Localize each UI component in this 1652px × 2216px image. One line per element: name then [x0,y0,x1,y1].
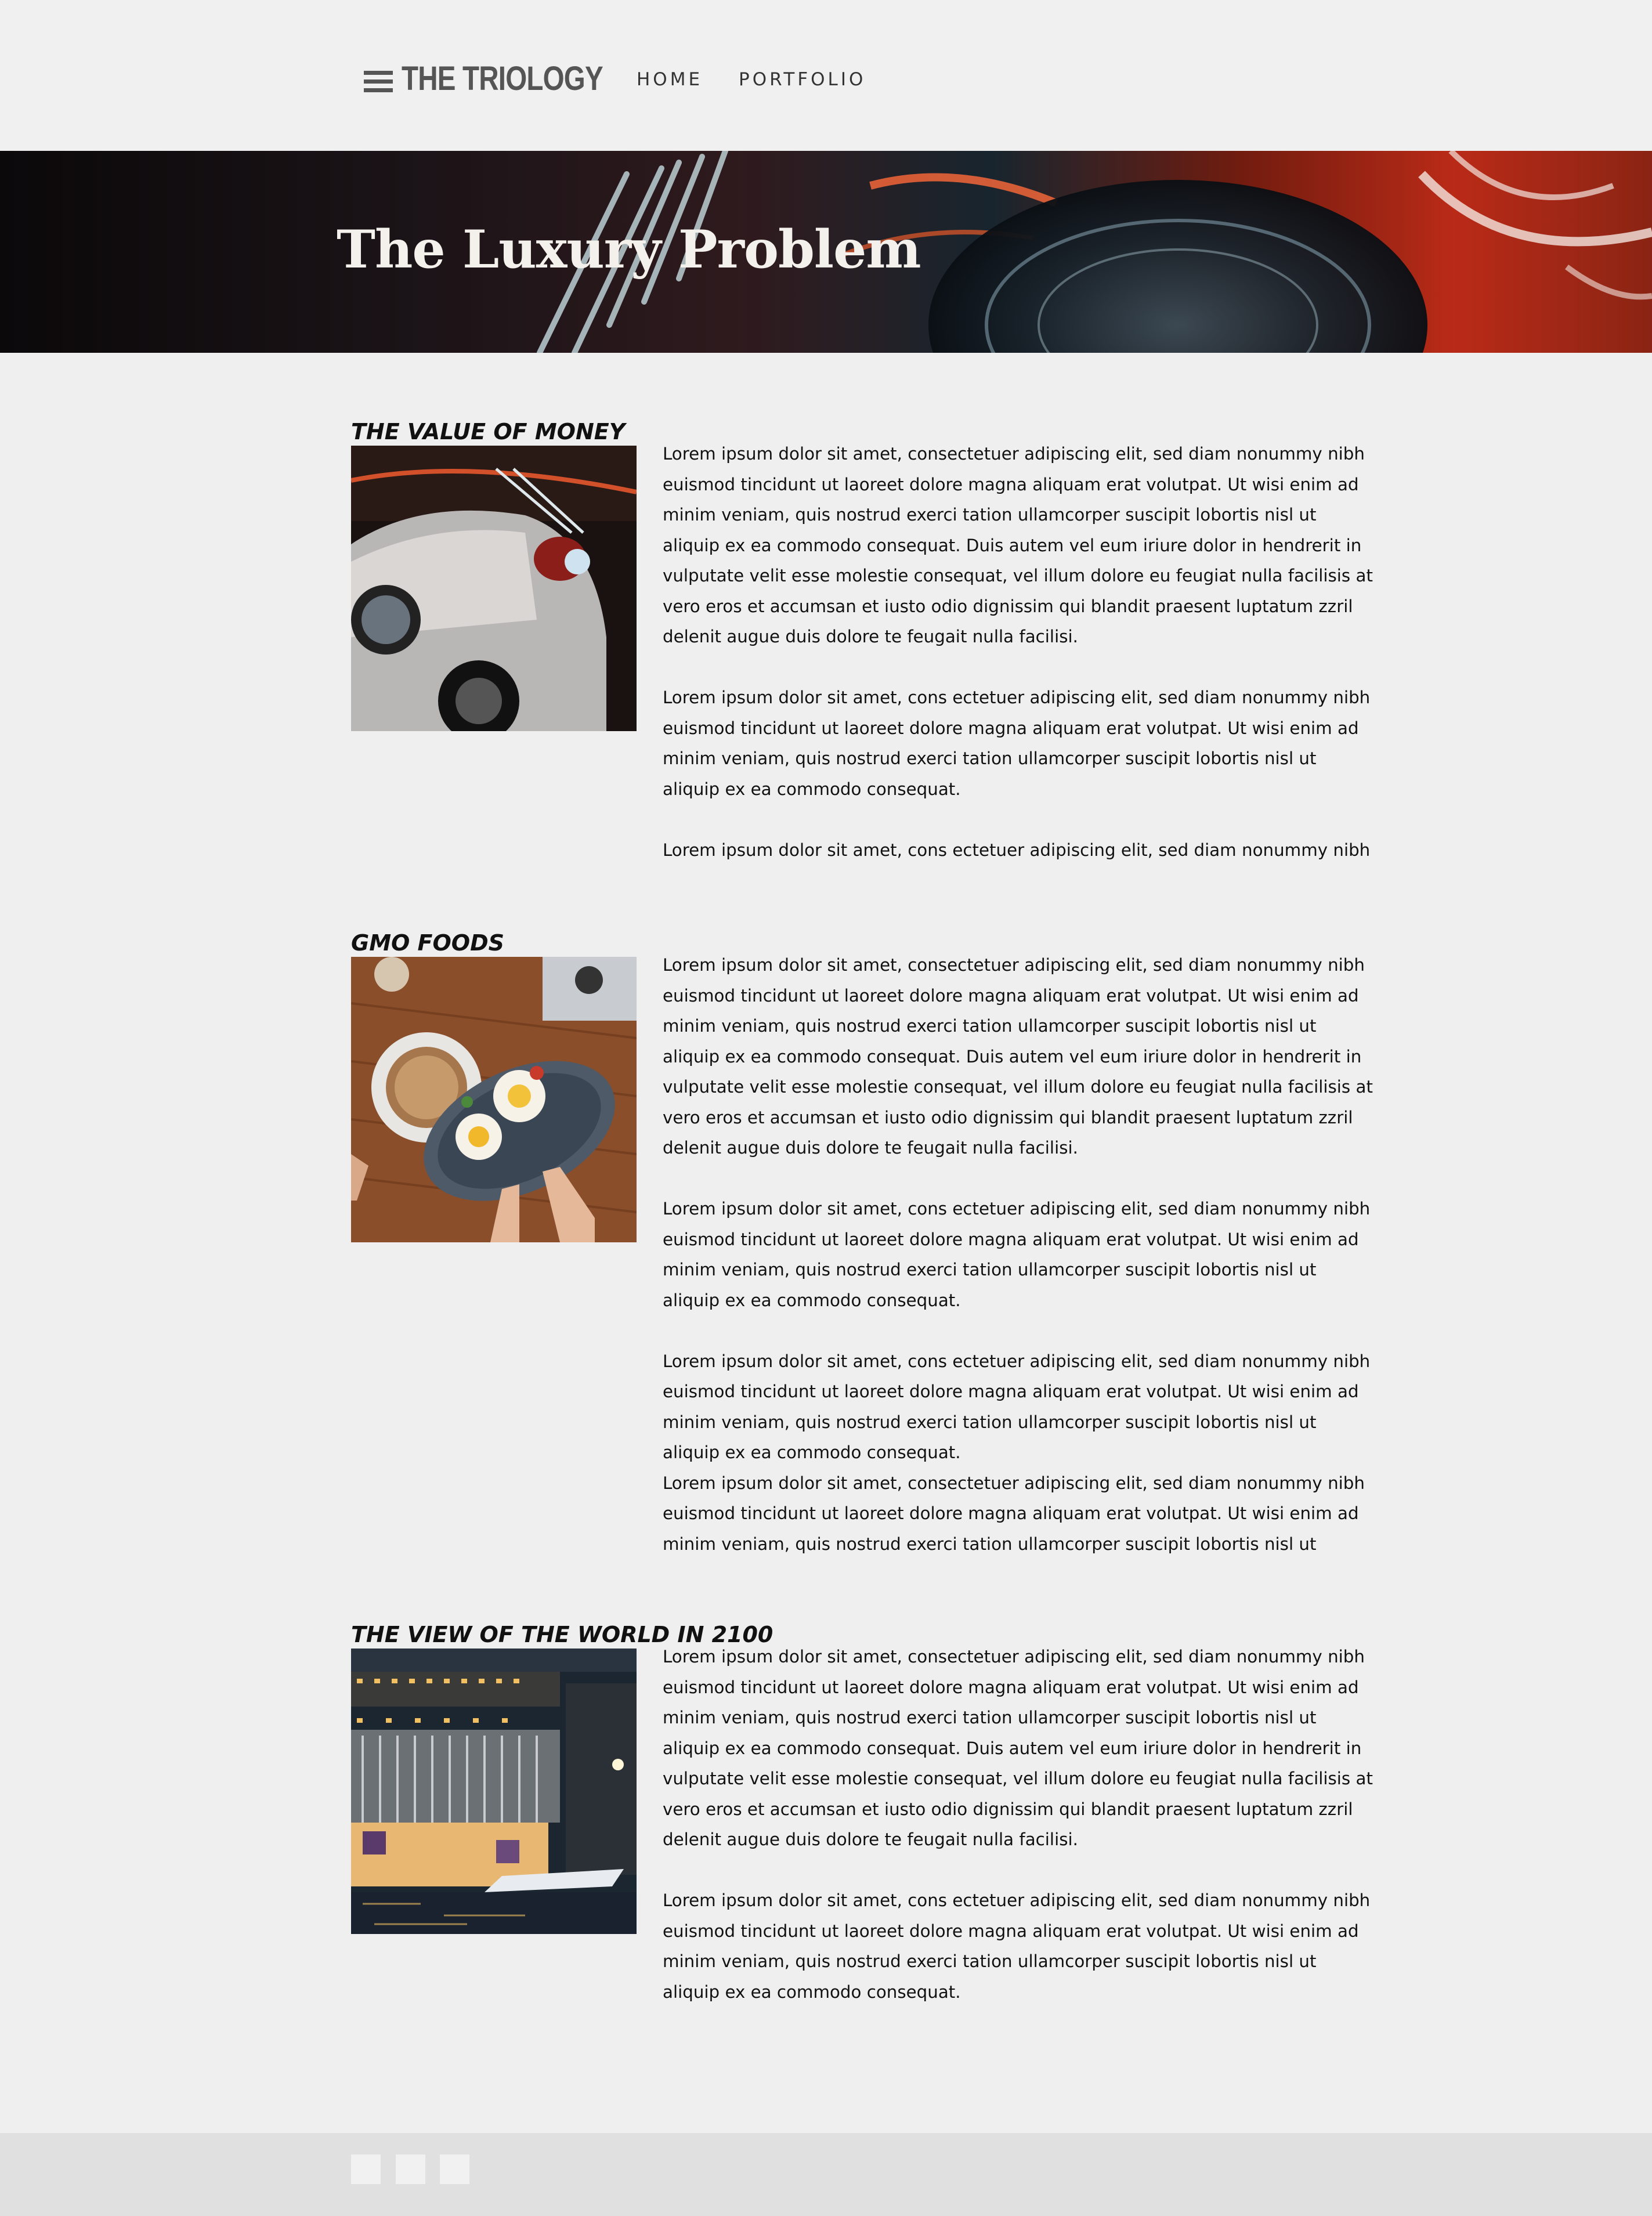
paragraph-line: aliquip ex ea commodo consequat. [663,779,961,799]
nav-portfolio[interactable]: PORTFOLIO [739,65,866,94]
article-image-car[interactable] [351,446,637,731]
paragraph-line: vulputate velit esse molestie consequat,… [663,1077,1373,1097]
paragraph-line: euismod tincidunt ut laoreet dolore magn… [663,1921,1359,1941]
site-footer [0,2133,1652,2216]
paragraph-line: minim veniam, quis nostrud exerci tation… [663,505,1317,525]
brand-logo[interactable]: THE TRIOLOGY [402,56,603,102]
paragraph-line: minim veniam, quis nostrud exerci tation… [663,1260,1317,1279]
social-icon-1[interactable] [351,2154,381,2184]
paragraph-line: minim veniam, quis nostrud exerci tation… [663,1708,1317,1727]
paragraph-line: Lorem ipsum dolor sit amet, consectetuer… [663,955,1365,975]
paragraph-line: vero eros et accumsan et iusto odio dign… [663,1107,1353,1127]
article-image-breakfast[interactable] [351,957,637,1242]
paragraph-line: minim veniam, quis nostrud exerci tation… [663,1951,1317,1971]
social-icon-2[interactable] [396,2154,425,2184]
paragraph-line: delenit augue duis dolore te feugait nul… [663,1830,1078,1849]
paragraph-line: euismod tincidunt ut laoreet dolore magn… [663,1677,1359,1697]
paragraph-line: euismod tincidunt ut laoreet dolore magn… [663,1229,1359,1249]
paragraph-line: aliquip ex ea commodo consequat. [663,1982,961,2002]
paragraph-line: minim veniam, quis nostrud exerci tation… [663,1016,1317,1036]
social-icon-3[interactable] [440,2154,469,2184]
hero-banner: The Luxury Problem [0,151,1652,353]
paragraph-line: Lorem ipsum dolor sit amet, cons ectetue… [663,840,1371,860]
article-body-gmo-foods: Lorem ipsum dolor sit amet, consectetuer… [663,950,1373,1559]
paragraph-line: vulputate velit esse molestie consequat,… [663,1769,1373,1788]
paragraph-line: delenit augue duis dolore te feugait nul… [663,627,1078,646]
article-body-value-of-money: Lorem ipsum dolor sit amet, consectetuer… [663,439,1373,865]
paragraph-line: minim veniam, quis nostrud exerci tation… [663,1534,1317,1554]
paragraph-line: aliquip ex ea commodo consequat. [663,1290,961,1310]
menu-icon[interactable] [364,71,393,93]
paragraph-line: aliquip ex ea commodo consequat. Duis au… [663,1738,1362,1758]
paragraph-line: Lorem ipsum dolor sit amet, consectetuer… [663,1473,1365,1493]
paragraph-line: aliquip ex ea commodo consequat. Duis au… [663,535,1362,555]
paragraph-line: Lorem ipsum dolor sit amet, consectetuer… [663,444,1365,464]
article-body-view-of-world-2100: Lorem ipsum dolor sit amet, consectetuer… [663,1642,1373,2007]
paragraph-line: vulputate velit esse molestie consequat,… [663,566,1373,585]
paragraph-line: minim veniam, quis nostrud exerci tation… [663,1412,1317,1432]
paragraph-line: euismod tincidunt ut laoreet dolore magn… [663,474,1359,494]
paragraph-line: Lorem ipsum dolor sit amet, cons ectetue… [663,688,1371,707]
car-photo-icon [351,446,637,731]
city-night-photo-icon [351,1649,637,1934]
paragraph-line: Lorem ipsum dolor sit amet, consectetuer… [663,1647,1365,1666]
paragraph-line: delenit augue duis dolore te feugait nul… [663,1138,1078,1158]
paragraph-line: vero eros et accumsan et iusto odio dign… [663,1799,1353,1819]
paragraph-line: euismod tincidunt ut laoreet dolore magn… [663,1382,1359,1401]
paragraph-line: aliquip ex ea commodo consequat. Duis au… [663,1046,1362,1067]
paragraph-line: aliquip ex ea commodo consequat. [663,1443,961,1462]
breakfast-photo-icon [351,957,637,1242]
site-header: THE TRIOLOGY HOME PORTFOLIO [0,0,1652,151]
article-title-value-of-money[interactable]: THE VALUE OF MONEY [351,414,625,449]
paragraph-line: euismod tincidunt ut laoreet dolore magn… [663,1503,1359,1523]
article-title-gmo-foods[interactable]: GMO FOODS [351,926,504,960]
paragraph-line: minim veniam, quis nostrud exerci tation… [663,749,1317,768]
paragraph-line: Lorem ipsum dolor sit amet, cons ectetue… [663,1890,1371,1910]
article-image-city[interactable] [351,1649,637,1934]
page-title: The Luxury Problem [337,219,921,280]
paragraph-line: euismod tincidunt ut laoreet dolore magn… [663,985,1359,1006]
paragraph-line: Lorem ipsum dolor sit amet, cons ectetue… [663,1199,1371,1219]
paragraph-line: vero eros et accumsan et iusto odio dign… [663,596,1353,616]
paragraph-line: euismod tincidunt ut laoreet dolore magn… [663,718,1359,738]
nav-home[interactable]: HOME [637,65,703,94]
paragraph-line: Lorem ipsum dolor sit amet, cons ectetue… [663,1351,1371,1371]
